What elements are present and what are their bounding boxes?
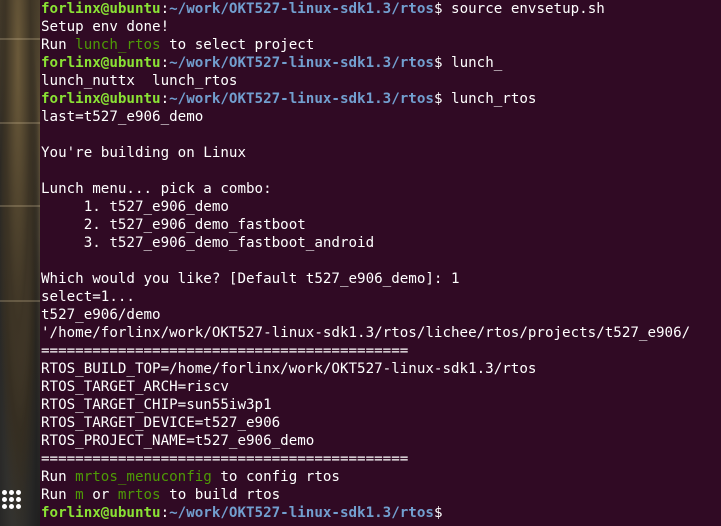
- terminal-line: Lunch menu... pick a combo:: [41, 181, 272, 197]
- terminal-output[interactable]: forlinx@ubuntu:~/work/OKT527-linux-sdk1.…: [40, 0, 721, 526]
- terminal-line: last=t527_e906_demo: [41, 109, 204, 125]
- terminal-line: '/home/forlinx/work/OKT527-linux-sdk1.3/…: [41, 325, 691, 341]
- terminal-line: Setup env done!: [41, 19, 170, 35]
- terminal-line: t527_e906/demo: [41, 307, 161, 323]
- terminal-line: Run mrtos_menuconfig to config rtos: [41, 469, 340, 485]
- terminal-line: forlinx@ubuntu:~/work/OKT527-linux-sdk1.…: [41, 55, 503, 71]
- menu-item: 1. t527_e906_demo: [41, 199, 229, 215]
- screen: forlinx@ubuntu:~/work/OKT527-linux-sdk1.…: [0, 0, 721, 526]
- command-text: lunch_rtos: [442, 91, 537, 107]
- highlighted-command: lunch_rtos: [75, 37, 161, 53]
- terminal-line: Run m or mrtos to build rtos: [41, 487, 281, 503]
- desktop-wallpaper: [0, 0, 40, 526]
- terminal-line: Run lunch_rtos to select project: [41, 37, 315, 53]
- terminal-line: lunch_nuttx lunch_rtos: [41, 73, 238, 89]
- prompt-path: ~/work/OKT527-linux-sdk1.3/rtos: [169, 55, 434, 71]
- highlighted-command: mrtos_menuconfig: [75, 469, 212, 485]
- command-text: source envsetup.sh: [442, 1, 605, 17]
- env-variable: RTOS_BUILD_TOP=/home/forlinx/work/OKT527…: [41, 361, 537, 377]
- highlighted-command: m: [75, 487, 84, 503]
- highlighted-command: mrtos: [117, 487, 161, 503]
- terminal-cursor: [442, 504, 450, 520]
- prompt-path: ~/work/OKT527-linux-sdk1.3/rtos: [169, 1, 434, 17]
- env-variable: RTOS_PROJECT_NAME=t527_e906_demo: [41, 433, 315, 449]
- menu-item: 3. t527_e906_demo_fastboot_android: [41, 235, 375, 251]
- prompt-path: ~/work/OKT527-linux-sdk1.3/rtos: [169, 505, 434, 521]
- terminal-line: forlinx@ubuntu:~/work/OKT527-linux-sdk1.…: [41, 91, 537, 107]
- separator-line: ========================================…: [41, 343, 409, 359]
- env-variable: RTOS_TARGET_DEVICE=t527_e906: [41, 415, 281, 431]
- separator-line: ========================================…: [41, 451, 409, 467]
- prompt-path: ~/work/OKT527-linux-sdk1.3/rtos: [169, 91, 434, 107]
- command-text: lunch_: [442, 55, 503, 71]
- prompt-user-host: forlinx@ubuntu: [41, 1, 161, 17]
- menu-item: 2. t527_e906_demo_fastboot: [41, 217, 306, 233]
- terminal-line: select=1...: [41, 289, 135, 305]
- terminal-line: You're building on Linux: [41, 145, 246, 161]
- env-variable: RTOS_TARGET_ARCH=riscv: [41, 379, 229, 395]
- env-variable: RTOS_TARGET_CHIP=sun55iw3p1: [41, 397, 272, 413]
- terminal-prompt-line[interactable]: forlinx@ubuntu:~/work/OKT527-linux-sdk1.…: [40, 504, 721, 522]
- prompt-user-host: forlinx@ubuntu: [41, 505, 161, 521]
- prompt-user-host: forlinx@ubuntu: [41, 91, 161, 107]
- show-applications-icon[interactable]: [2, 490, 22, 510]
- terminal-line: forlinx@ubuntu:~/work/OKT527-linux-sdk1.…: [41, 1, 605, 17]
- terminal-line: Which would you like? [Default t527_e906…: [41, 271, 460, 287]
- prompt-user-host: forlinx@ubuntu: [41, 55, 161, 71]
